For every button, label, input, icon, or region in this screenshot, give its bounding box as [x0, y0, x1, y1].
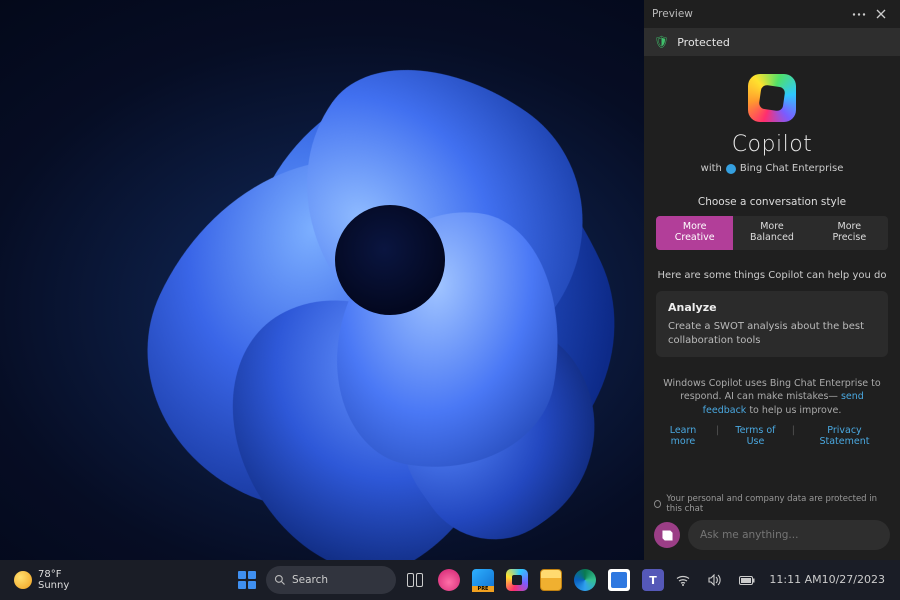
- pinned-app-preview[interactable]: [468, 565, 498, 595]
- volume-icon[interactable]: [700, 565, 730, 595]
- clock-date[interactable]: 11:11 AM 10/27/2023: [764, 565, 890, 595]
- shield-icon: 🛡: [654, 35, 669, 49]
- new-topic-button[interactable]: [654, 522, 680, 548]
- copilot-subtitle: with Bing Chat Enterprise: [656, 163, 888, 174]
- suggestions-intro: Here are some things Copilot can help yo…: [656, 270, 888, 281]
- copilot-title: Copilot: [656, 132, 888, 157]
- edge-button[interactable]: [570, 565, 600, 595]
- copilot-panel: Preview 🛡 Protected Copilot with Bing Ch…: [644, 0, 900, 560]
- more-options-button[interactable]: [848, 3, 870, 25]
- style-balanced-button[interactable]: MoreBalanced: [733, 216, 810, 250]
- suggestion-card-analyze[interactable]: Analyze Create a SWOT analysis about the…: [656, 291, 888, 357]
- chat-input[interactable]: [700, 529, 878, 541]
- style-precise-button[interactable]: MorePrecise: [811, 216, 888, 250]
- search-box[interactable]: Search: [266, 566, 396, 594]
- suggestion-card-title: Analyze: [668, 301, 876, 314]
- file-explorer-button[interactable]: [536, 565, 566, 595]
- copilot-taskbar-button[interactable]: [502, 565, 532, 595]
- terms-of-use-link[interactable]: Terms of Use: [725, 425, 786, 447]
- copilot-header: Preview: [644, 0, 900, 28]
- learn-more-link[interactable]: Learn more: [656, 425, 710, 447]
- protection-ring-icon: [654, 500, 661, 508]
- legal-links: Learn more| Terms of Use| Privacy Statem…: [656, 425, 888, 447]
- style-creative-button[interactable]: MoreCreative: [656, 216, 733, 250]
- protected-label: Protected: [677, 36, 730, 49]
- copilot-footer: Your personal and company data are prote…: [644, 488, 900, 560]
- battery-icon[interactable]: [732, 565, 762, 595]
- footer-protected-note: Your personal and company data are prote…: [654, 494, 890, 514]
- start-button[interactable]: [232, 565, 262, 595]
- copilot-header-title: Preview: [652, 8, 693, 20]
- copilot-logo-icon: [748, 74, 796, 122]
- bing-icon: [726, 164, 736, 174]
- close-button[interactable]: [870, 3, 892, 25]
- protected-banner: 🛡 Protected: [644, 28, 900, 56]
- privacy-statement-link[interactable]: Privacy Statement: [801, 425, 888, 447]
- desktop-wallpaper[interactable]: Preview 🛡 Protected Copilot with Bing Ch…: [0, 0, 900, 560]
- disclaimer-text: Windows Copilot uses Bing Chat Enterpris…: [658, 377, 886, 417]
- taskbar: 78°FSunny Search 11:11 AM 10/27/2023: [0, 560, 900, 600]
- wifi-icon[interactable]: [668, 565, 698, 595]
- conversation-style-selector: MoreCreative MoreBalanced MorePrecise: [656, 216, 888, 250]
- weather-sunny-icon: [14, 571, 32, 589]
- chat-input-container[interactable]: [688, 520, 890, 550]
- teams-button[interactable]: [638, 565, 668, 595]
- conversation-style-label: Choose a conversation style: [656, 196, 888, 208]
- wallpaper-bloom: [80, 30, 640, 560]
- microsoft-store-button[interactable]: [604, 565, 634, 595]
- task-view-button[interactable]: [400, 565, 430, 595]
- suggestion-card-text: Create a SWOT analysis about the best co…: [668, 320, 876, 347]
- search-placeholder: Search: [292, 574, 328, 586]
- pinned-app-lotus[interactable]: [434, 565, 464, 595]
- search-icon: [274, 574, 286, 586]
- weather-widget[interactable]: 78°FSunny: [10, 565, 73, 595]
